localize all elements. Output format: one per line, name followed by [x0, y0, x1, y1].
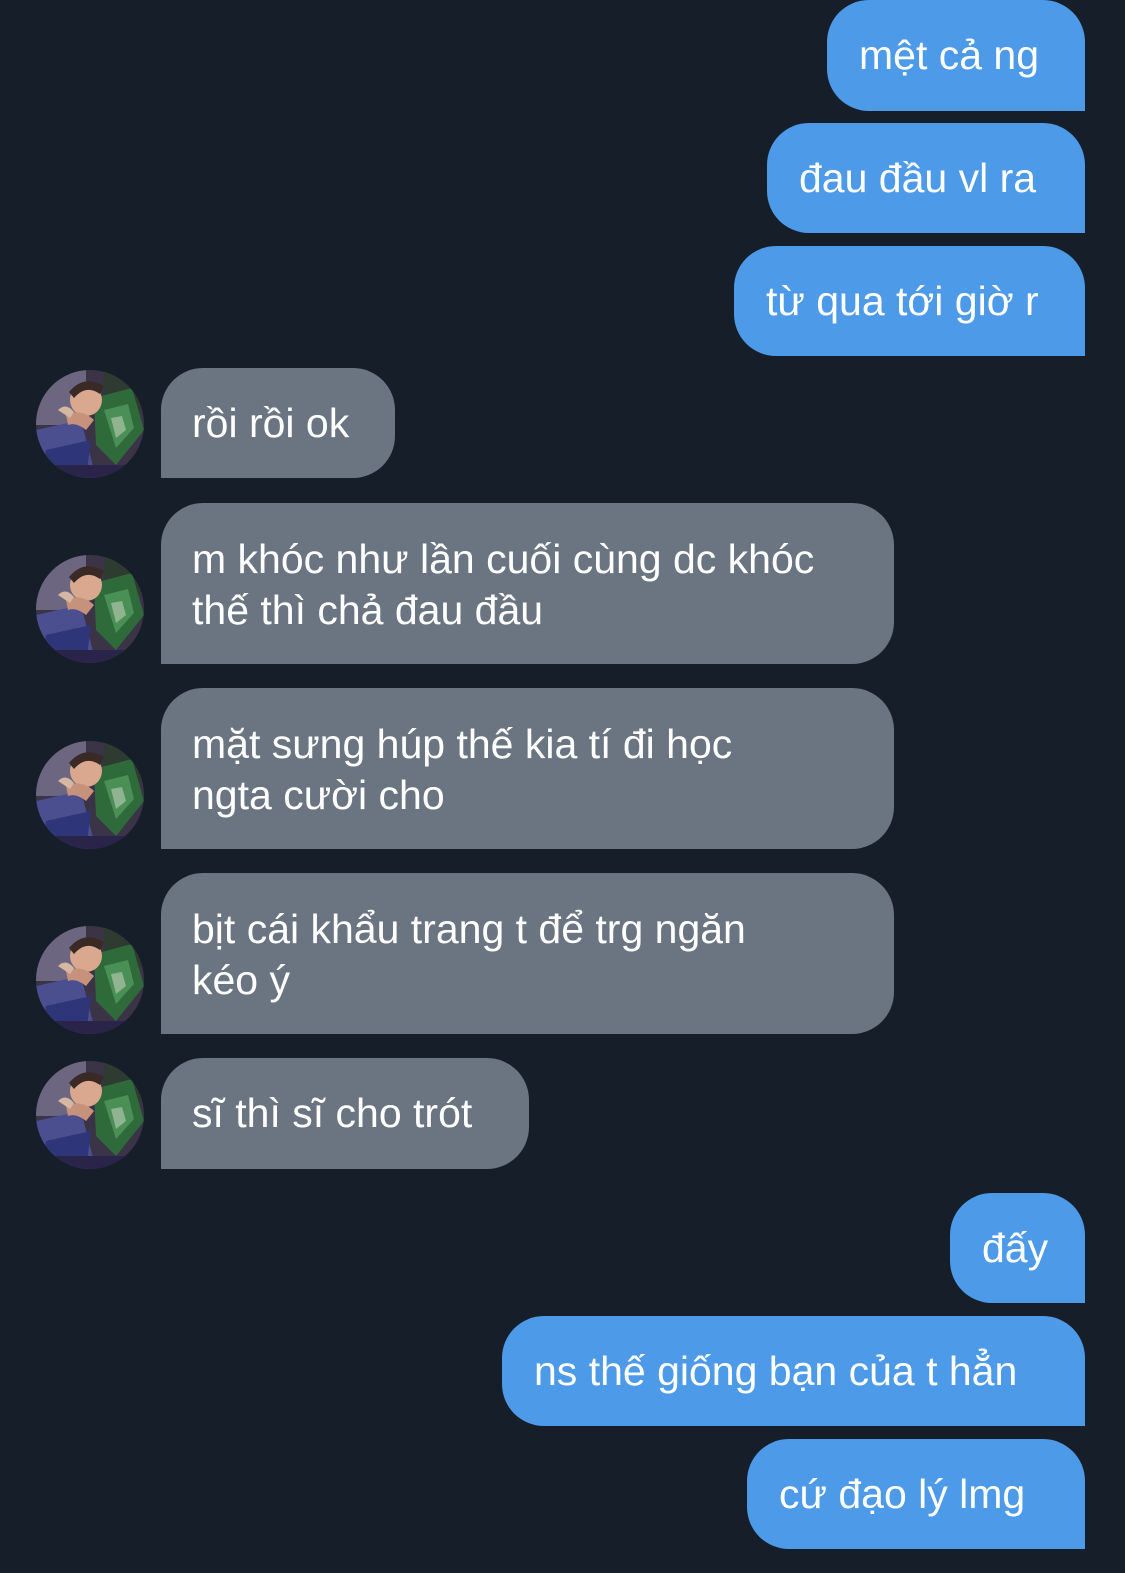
message-text-line: m khóc như lần cuối cùng dc khóc — [192, 536, 815, 582]
contact-avatar[interactable] — [36, 370, 144, 478]
message-text-line: thế thì chả đau đầu — [192, 587, 544, 633]
outgoing-message[interactable]: đau đầu vl ra — [767, 123, 1085, 233]
message-text: đấy — [982, 1225, 1049, 1271]
outgoing-message[interactable]: từ qua tới giờ r — [734, 246, 1085, 356]
message-text: rồi rồi ok — [192, 400, 350, 446]
avatar-image — [36, 370, 144, 478]
incoming-message[interactable]: mặt sưng húp thế kia tí đi học ngta cười… — [161, 688, 894, 849]
message-text: từ qua tới giờ r — [766, 278, 1039, 324]
message-text: mệt cả ng — [859, 32, 1040, 78]
contact-avatar[interactable] — [36, 1061, 144, 1169]
message-text-line: ngta cười cho — [192, 772, 445, 818]
avatar-image — [36, 741, 144, 849]
avatar-image — [36, 926, 144, 1034]
message-text: cứ đạo lý lmg — [779, 1471, 1026, 1517]
message-text-line: mặt sưng húp thế kia tí đi học — [192, 721, 733, 767]
incoming-message[interactable]: rồi rồi ok — [161, 368, 395, 478]
outgoing-message[interactable]: ns thế giống bạn của t hẳn — [502, 1316, 1085, 1426]
avatar-image — [36, 1061, 144, 1169]
message-text: sĩ thì sĩ cho trót — [192, 1090, 473, 1136]
incoming-message[interactable]: bịt cái khẩu trang t để trg ngăn kéo ý — [161, 873, 894, 1034]
incoming-message[interactable]: m khóc như lần cuối cùng dc khóc thế thì… — [161, 503, 894, 664]
outgoing-message[interactable]: mệt cả ng — [827, 0, 1085, 111]
message-thread: mệt cả ng đau đầu vl ra từ qua tới giờ r… — [0, 0, 1125, 1573]
message-text-line: kéo ý — [192, 957, 290, 1003]
message-text-line: bịt cái khẩu trang t để trg ngăn — [192, 906, 746, 952]
contact-avatar[interactable] — [36, 741, 144, 849]
avatar-image — [36, 555, 144, 663]
outgoing-message[interactable]: đấy — [950, 1193, 1085, 1303]
contact-avatar[interactable] — [36, 926, 144, 1034]
incoming-message[interactable]: sĩ thì sĩ cho trót — [161, 1058, 529, 1169]
message-text: ns thế giống bạn của t hẳn — [534, 1348, 1018, 1394]
outgoing-message[interactable]: cứ đạo lý lmg — [747, 1439, 1085, 1549]
message-text: đau đầu vl ra — [799, 155, 1037, 201]
contact-avatar[interactable] — [36, 555, 144, 663]
